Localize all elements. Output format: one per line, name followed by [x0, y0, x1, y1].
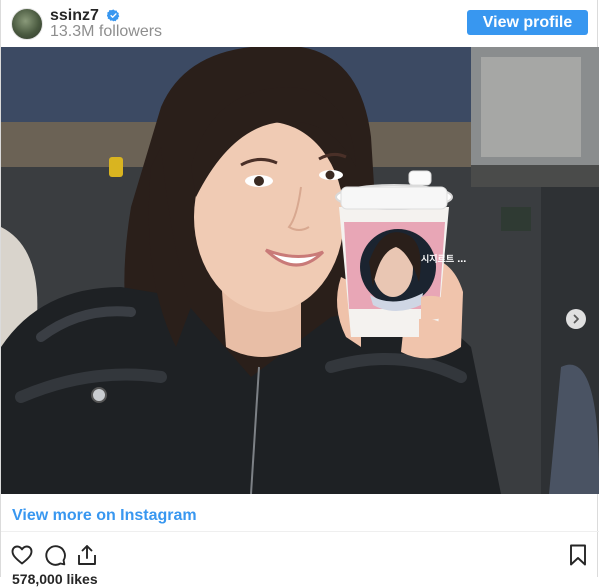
- post-header: ssinz7 13.3M followers View profile: [1, 0, 599, 47]
- action-bar: [1, 540, 599, 570]
- view-profile-button[interactable]: View profile: [467, 10, 588, 35]
- comment-icon[interactable]: [43, 543, 67, 567]
- divider: [1, 531, 599, 532]
- carousel-next-button[interactable]: [566, 309, 586, 329]
- cup-label: 시지르트 …: [421, 253, 466, 265]
- profile-avatar[interactable]: [11, 8, 43, 40]
- photo-illustration: 시지르트 …: [1, 47, 599, 494]
- bookmark-icon[interactable]: [566, 543, 590, 567]
- likes-count: 578,000 likes: [12, 571, 98, 587]
- chevron-right-icon: [573, 314, 579, 324]
- heart-icon[interactable]: [10, 543, 34, 567]
- share-icon[interactable]: [75, 543, 99, 567]
- followers-count: 13.3M followers: [50, 23, 163, 40]
- view-more-link[interactable]: View more on Instagram: [12, 506, 197, 526]
- verified-badge-icon: [107, 9, 120, 22]
- instagram-embed-card: ssinz7 13.3M followers View profile 시지르트…: [0, 0, 599, 587]
- post-photo[interactable]: 시지르트 …: [1, 47, 599, 494]
